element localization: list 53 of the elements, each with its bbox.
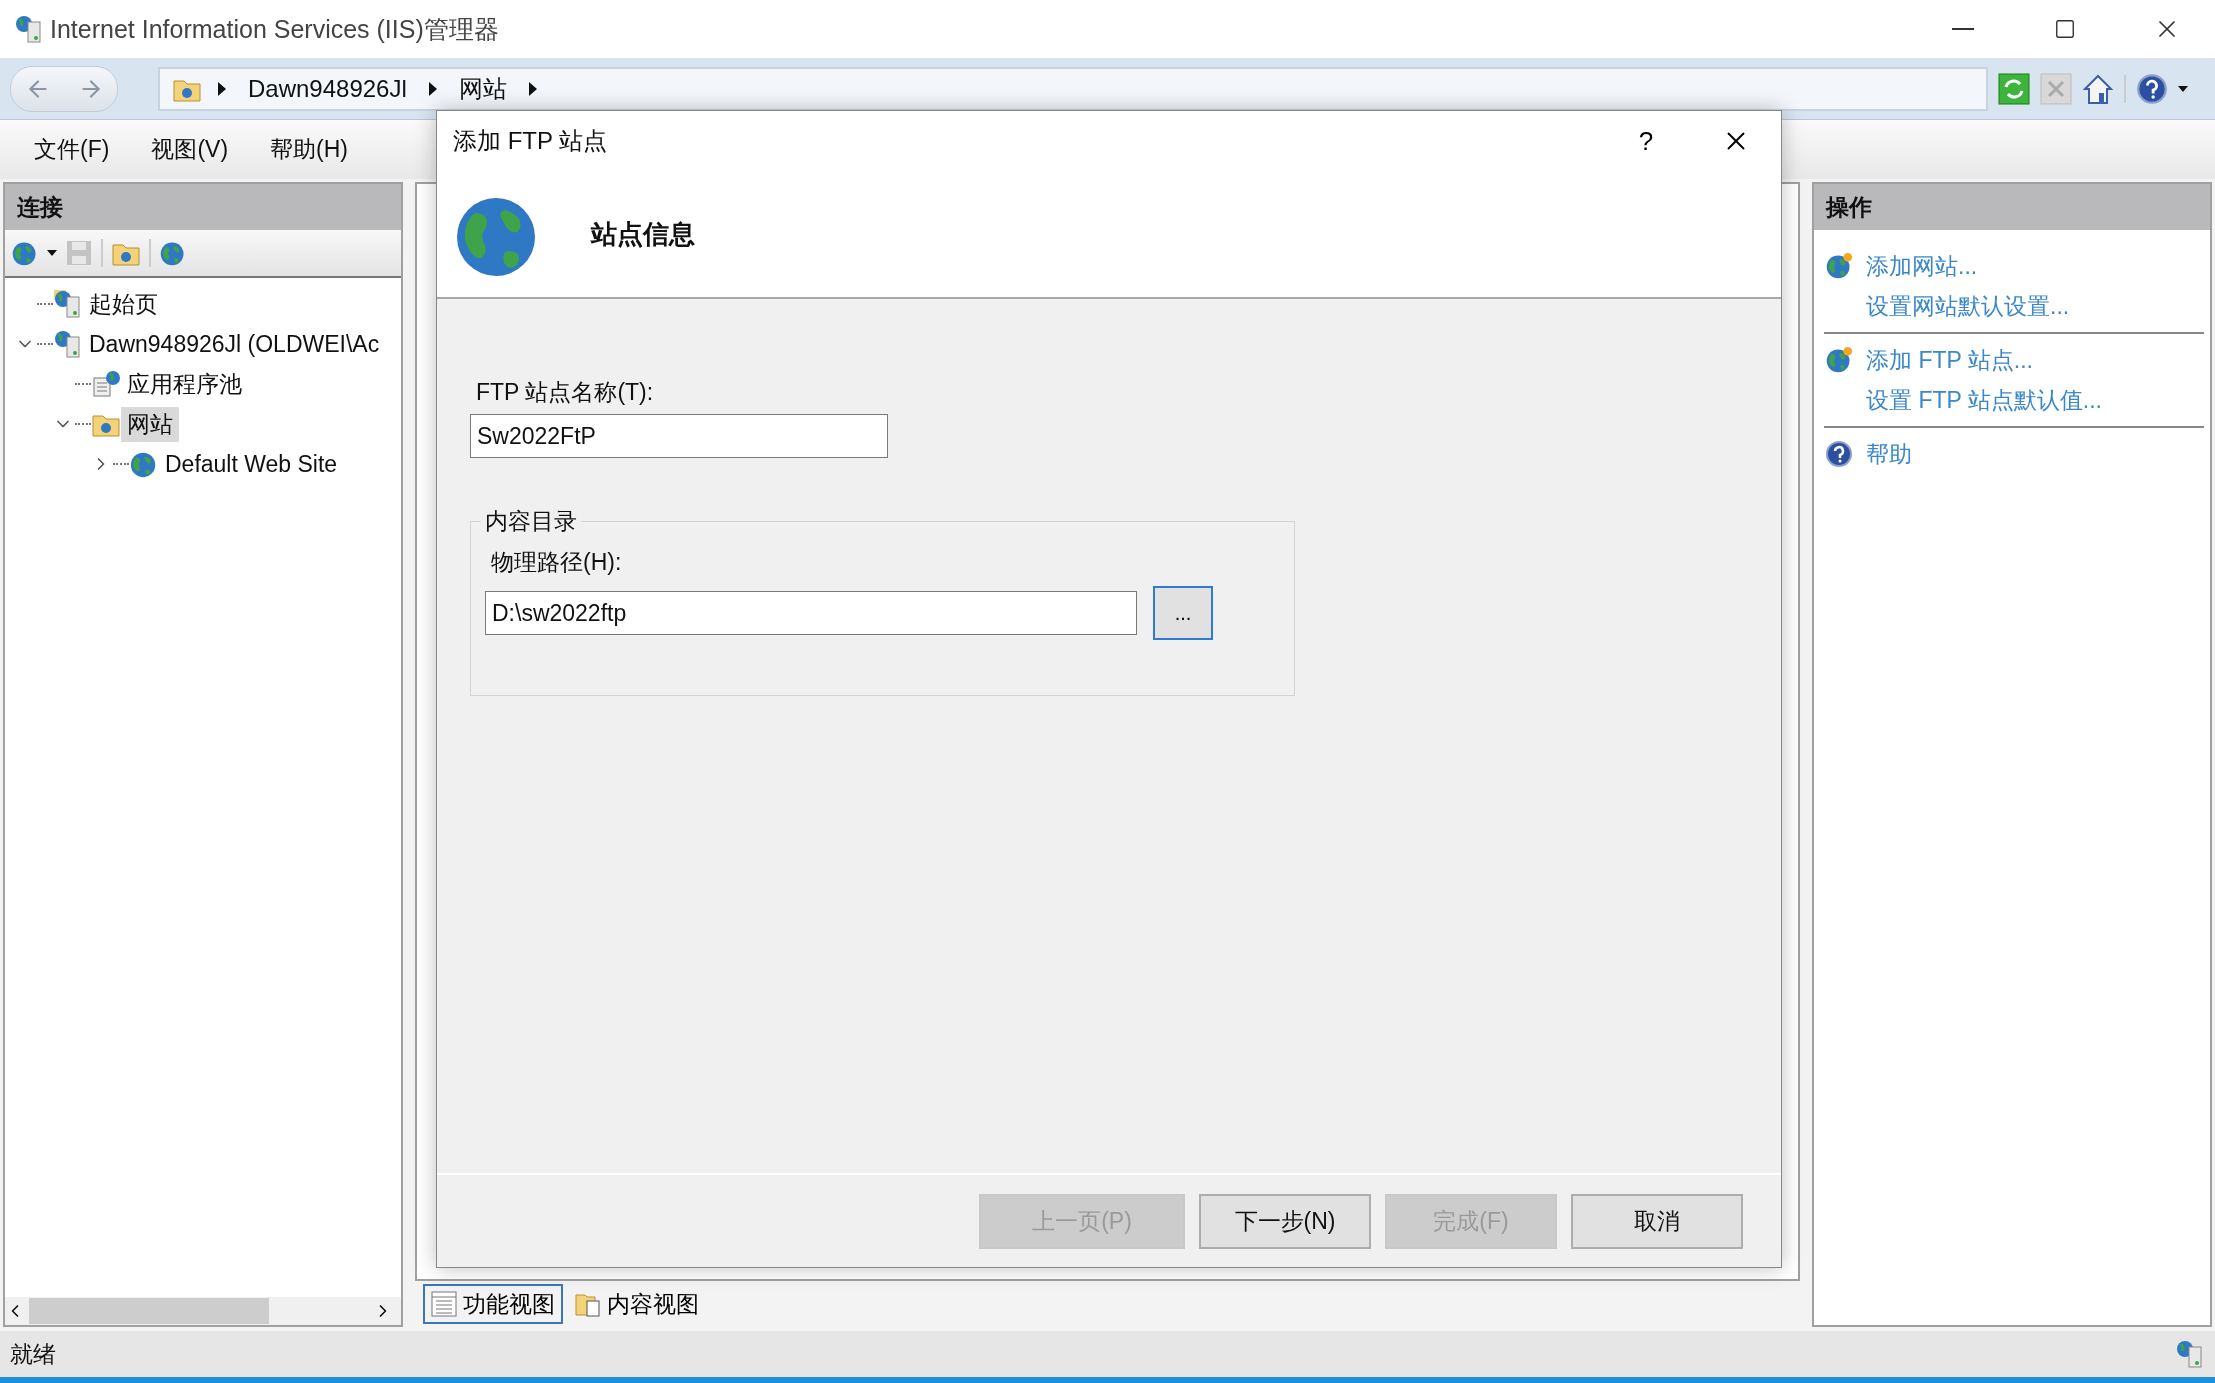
action-link[interactable]: 帮助: [1866, 438, 1912, 470]
dialog-title: 添加 FTP 站点: [453, 126, 609, 156]
app-pool-icon: [91, 369, 121, 399]
maximize-icon: [2054, 18, 2076, 40]
server-status-icon: [2175, 1339, 2205, 1369]
dropdown-caret-icon[interactable]: [47, 250, 57, 256]
menu-item[interactable]: 视图(V): [145, 130, 235, 169]
tree-item[interactable]: 应用程序池: [121, 366, 248, 402]
menu-item[interactable]: 帮助(H): [264, 130, 354, 169]
server-globe-icon: [53, 329, 83, 359]
field-label: FTP 站点名称(T):: [476, 378, 655, 407]
window-title: Internet Information Services (IIS)管理器: [50, 13, 500, 45]
tree-item[interactable]: Dawn948926Jl (OLDWEI\Ac: [83, 328, 386, 360]
help-icon: [1825, 440, 1853, 468]
panel-title: 操作: [1814, 184, 2210, 230]
action-link[interactable]: 设置网站默认设置...: [1866, 290, 2070, 322]
path-field[interactable]: D:\sw2022ftp: [485, 591, 1137, 635]
app-icon: [14, 14, 44, 44]
view-tab[interactable]: 功能视图: [423, 1284, 563, 1324]
site-name-field[interactable]: Sw2022FtP: [470, 414, 888, 458]
panel-title: 连接: [5, 184, 401, 230]
dialog-heading: 站点信息: [591, 217, 695, 251]
tree-item[interactable]: 网站: [121, 406, 179, 442]
breadcrumb-arrow-icon: [528, 81, 537, 96]
group-title: 内容目录: [484, 507, 578, 536]
grid-view-icon: [431, 1291, 457, 1317]
dialog-button[interactable]: 下一步(N): [1199, 1193, 1371, 1249]
breadcrumb-arrow-icon: [218, 81, 226, 96]
breadcrumb-arrow-icon: [428, 81, 437, 96]
browse-button[interactable]: ...: [1153, 586, 1213, 640]
address-bar[interactable]: Dawn948926Jl 网站: [158, 66, 1988, 111]
document-folder-icon: [575, 1291, 601, 1317]
start-page-icon: [53, 289, 83, 319]
action-link[interactable]: 添加 FTP 站点...: [1866, 344, 2033, 376]
dialog-button[interactable]: 取消: [1571, 1193, 1743, 1249]
tree-item[interactable]: Default Web Site: [159, 448, 344, 480]
breadcrumb-item[interactable]: Dawn948926Jl: [242, 74, 413, 103]
help-icon: [2136, 72, 2168, 105]
refresh-icon[interactable]: [1998, 72, 2030, 105]
minimize-icon: [1952, 28, 1974, 30]
breadcrumb-item[interactable]: 网站: [452, 72, 513, 105]
tree-item[interactable]: 起始页: [83, 286, 164, 322]
navigation-buttons[interactable]: [10, 65, 118, 112]
field-label: 物理路径(H):: [491, 548, 623, 577]
view-tab[interactable]: 内容视图: [567, 1284, 707, 1324]
dropdown-caret-icon[interactable]: [2178, 85, 2188, 92]
menu-item[interactable]: 文件(F): [28, 130, 116, 169]
action-link[interactable]: 添加网站...: [1866, 250, 1978, 282]
home-icon[interactable]: [2082, 72, 2114, 105]
horizontal-scrollbar[interactable]: [5, 1297, 401, 1325]
status-text: 就绪: [10, 1339, 56, 1369]
help-button[interactable]: ?: [1601, 111, 1691, 171]
action-link[interactable]: 设置 FTP 站点默认值...: [1866, 384, 2102, 416]
